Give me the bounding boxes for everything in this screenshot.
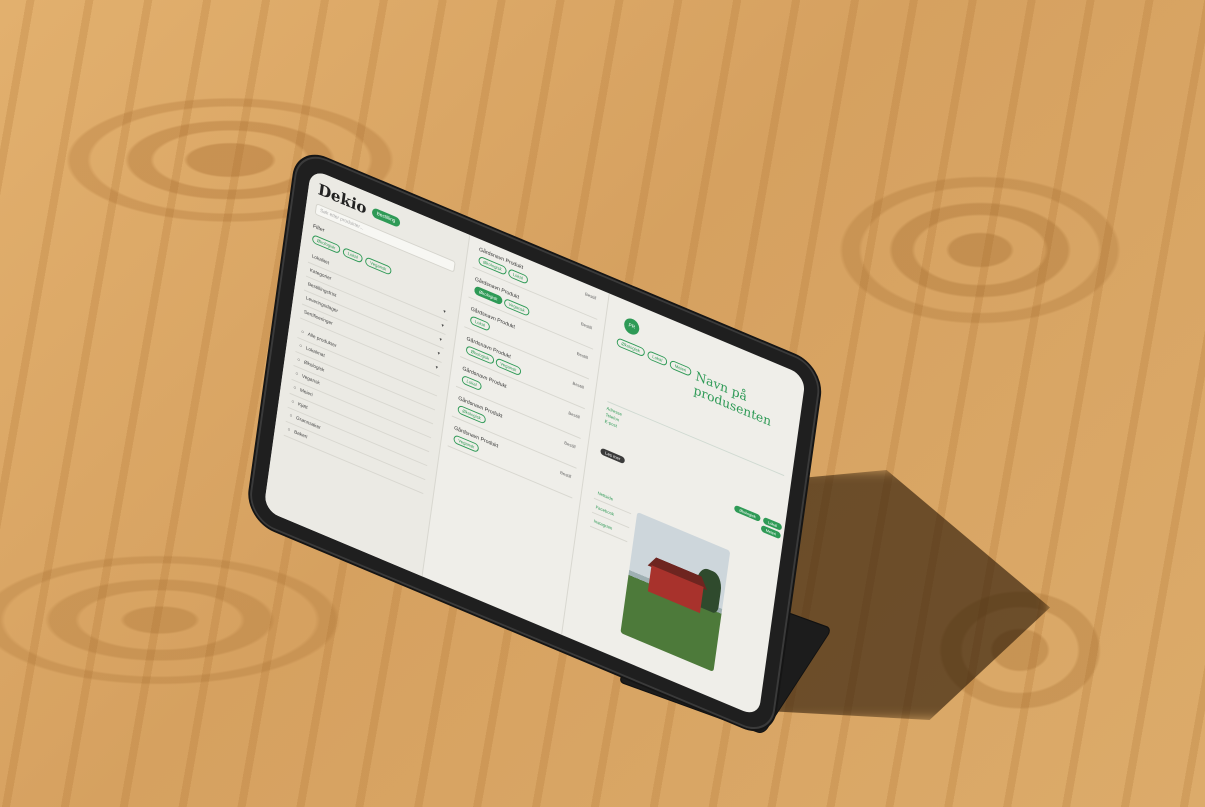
read-more-button[interactable]: Les mer	[600, 447, 626, 465]
social-link-label: Instagram	[593, 517, 613, 531]
producer-tag: Økologisk	[616, 337, 646, 358]
chevron-down-icon: ▾	[440, 322, 445, 330]
contact-email: E-post	[604, 418, 618, 429]
producer-tag: Lokal	[647, 350, 668, 367]
producer-tag: Meieri	[669, 359, 692, 377]
chevron-down-icon: ▾	[439, 336, 443, 344]
category-pill[interactable]: Økologisk	[734, 504, 761, 523]
category-pills: Økologisk Lokal Meieri	[725, 501, 783, 541]
chevron-down-icon: ▾	[437, 350, 441, 358]
social-links: Nettside Facebook Instagram	[589, 484, 634, 543]
producer-tags: Økologisk Lokal Meieri	[615, 336, 692, 378]
chevron-down-icon: ▾	[435, 364, 439, 372]
read-more-area: Les mer	[600, 447, 626, 465]
order-badge[interactable]: Bestilling	[371, 206, 401, 228]
farm-photo	[620, 511, 731, 672]
producer-avatar: PR	[623, 315, 641, 338]
chevron-down-icon: ▾	[442, 308, 447, 316]
producer-name: Navn på produsenten	[692, 369, 772, 430]
